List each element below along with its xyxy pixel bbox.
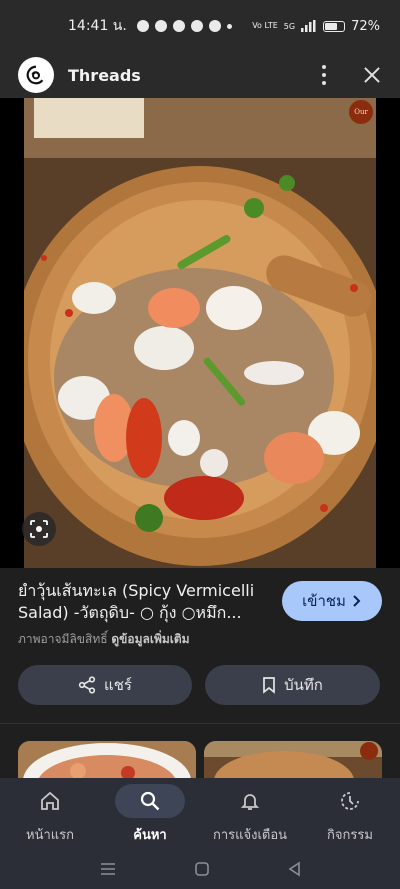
messenger-icon xyxy=(154,20,167,32)
more-notifications-icon xyxy=(226,23,232,29)
related-thumbnail[interactable] xyxy=(204,741,382,778)
lens-search-icon[interactable] xyxy=(22,512,56,546)
notification-icons xyxy=(136,20,232,32)
network-label: 5G xyxy=(283,21,296,31)
recent-apps-icon[interactable] xyxy=(99,862,117,876)
more-options-icon[interactable] xyxy=(314,61,334,89)
back-icon[interactable] xyxy=(287,861,301,877)
nav-search[interactable]: ค้นหา xyxy=(100,778,200,848)
nav-search-label: ค้นหา xyxy=(133,828,167,843)
source-title: Threads xyxy=(68,65,141,85)
divider xyxy=(0,723,400,724)
status-time: 14:41 น. xyxy=(68,18,127,34)
nav-home-label: หน้าแรก xyxy=(26,828,74,843)
app-header: Threads xyxy=(0,52,400,98)
nav-activity-label: กิจกรรม xyxy=(327,828,373,843)
food-photo[interactable]: Our xyxy=(24,98,376,568)
bottom-navigation: หน้าแรก ค้นหา การแจ้งเตือน กิจกรรม xyxy=(0,778,400,848)
result-info: ยำวุ้นเส้นทะเล (Spicy Vermicelli Salad) … xyxy=(0,568,400,728)
facebook-icon xyxy=(208,20,221,32)
volte-label: Vo LTE xyxy=(252,21,278,30)
visit-button[interactable]: เข้าชม xyxy=(282,581,382,621)
threads-logo-icon xyxy=(18,57,54,93)
share-icon xyxy=(78,676,96,694)
result-caption[interactable]: ยำวุ้นเส้นทะเล (Spicy Vermicelli Salad) … xyxy=(18,580,268,624)
copyright-text: ภาพอาจมีลิขสิทธิ์ xyxy=(18,632,108,646)
home-icon xyxy=(15,784,85,818)
share-button[interactable]: แชร์ xyxy=(18,665,192,705)
signal-icon xyxy=(301,20,316,32)
battery-icon xyxy=(323,20,346,32)
notification-icon xyxy=(136,20,149,32)
save-button[interactable]: บันทึก xyxy=(205,665,380,705)
chevron-right-icon xyxy=(353,595,361,607)
copyright-notice: ภาพอาจมีลิขสิทธิ์ ดูข้อมูลเพิ่มเติม xyxy=(18,630,190,649)
photo-illustration xyxy=(24,98,376,568)
nav-activity[interactable]: กิจกรรม xyxy=(300,778,400,848)
search-icon xyxy=(115,784,185,818)
nav-home[interactable]: หน้าแรก xyxy=(0,778,100,848)
home-button-icon[interactable] xyxy=(194,861,210,877)
status-right: Vo LTE 5G 72% xyxy=(252,19,380,34)
source-badge: Our xyxy=(349,100,373,124)
activity-icon xyxy=(315,784,385,818)
nav-notifications-label: การแจ้งเตือน xyxy=(212,828,288,843)
save-label: บันทึก xyxy=(284,676,323,694)
more-info-link[interactable]: ดูข้อมูลเพิ่มเติม xyxy=(111,632,189,646)
line-icon xyxy=(190,20,203,32)
visit-label: เข้าชม xyxy=(302,592,346,610)
image-preview: Our xyxy=(0,98,400,568)
share-label: แชร์ xyxy=(104,676,132,694)
battery-percent: 72% xyxy=(351,18,380,34)
nav-notifications[interactable]: การแจ้งเตือน xyxy=(200,778,300,848)
bookmark-icon xyxy=(263,677,275,694)
bell-icon xyxy=(215,784,285,818)
status-bar: 14:41 น. Vo LTE 5G 72% xyxy=(0,0,400,52)
close-icon[interactable] xyxy=(358,61,386,89)
related-images xyxy=(0,741,400,778)
system-navigation xyxy=(0,848,400,889)
related-thumbnail[interactable] xyxy=(18,741,196,778)
messenger-icon xyxy=(172,20,185,32)
